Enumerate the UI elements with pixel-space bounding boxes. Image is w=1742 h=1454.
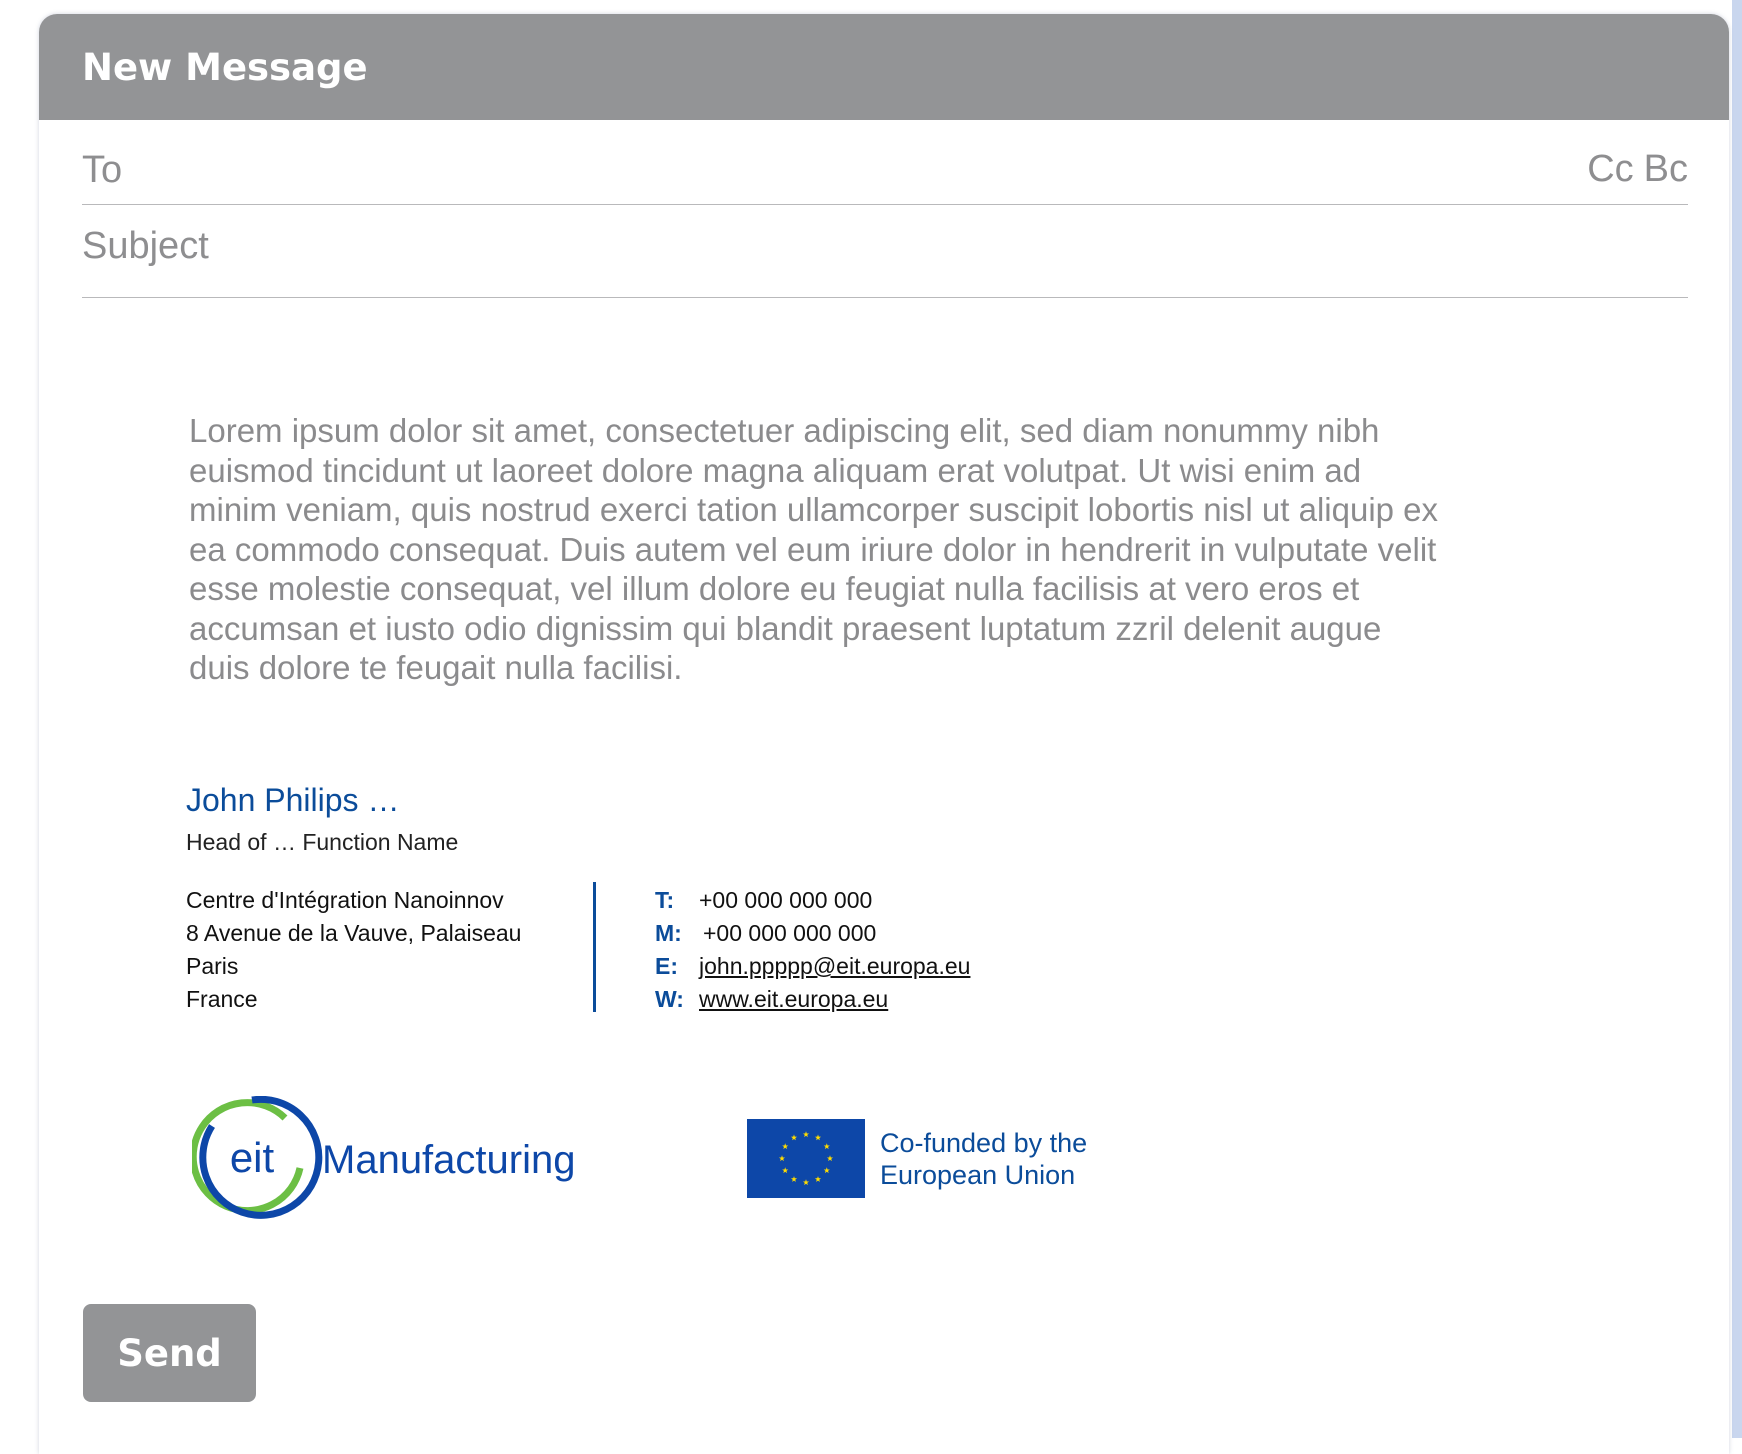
- cc-bcc-links: Cc Bc: [1587, 148, 1688, 191]
- email-link[interactable]: john.ppppp@eit.europa.eu: [699, 950, 970, 983]
- to-input[interactable]: [82, 148, 1482, 192]
- compose-header: New Message: [39, 14, 1729, 120]
- subject-field-row: [82, 224, 1688, 298]
- bcc-link[interactable]: Bc: [1644, 148, 1688, 191]
- subject-input[interactable]: [82, 224, 1482, 268]
- window-title: New Message: [82, 45, 368, 89]
- background-edge: [1732, 0, 1742, 1438]
- signature-function: Head of … Function Name: [186, 829, 459, 855]
- eit-manufacturing-logo: eit Manufacturing: [192, 1096, 575, 1219]
- signature-contacts: T: +00 000 000 000 M: +00 000 000 000 E:…: [655, 884, 970, 1016]
- address-city: Paris: [186, 953, 239, 979]
- signature-divider: [593, 882, 596, 1012]
- to-field-row: Cc Bc: [82, 148, 1688, 205]
- eu-line-2: European Union: [880, 1160, 1076, 1190]
- email-key: E:: [655, 953, 678, 979]
- eit-word-text: Manufacturing: [322, 1138, 575, 1182]
- address-line-2: 8 Avenue de la Vauve, Palaiseau: [186, 920, 522, 946]
- contact-phone: T: +00 000 000 000: [655, 884, 970, 917]
- eit-mark-text: eit: [230, 1134, 275, 1181]
- eu-line-1: Co-funded by the: [880, 1128, 1088, 1158]
- address-line-1: Centre d'Intégration Nanoinnov: [186, 887, 504, 913]
- phone-key: T:: [655, 887, 675, 913]
- contact-email: E: john.ppppp@eit.europa.eu: [655, 950, 970, 983]
- contact-mobile: M: +00 000 000 000: [655, 917, 970, 950]
- cc-link[interactable]: Cc: [1587, 148, 1633, 191]
- web-link[interactable]: www.eit.europa.eu: [699, 983, 888, 1016]
- signature-address: Centre d'Intégration Nanoinnov 8 Avenue …: [186, 884, 521, 1016]
- send-button[interactable]: Send: [83, 1304, 256, 1402]
- message-body[interactable]: Lorem ipsum dolor sit amet, consectetuer…: [189, 411, 1449, 688]
- mobile-value: +00 000 000 000: [703, 920, 877, 946]
- signature-name: John Philips …: [186, 782, 400, 818]
- web-key: W:: [655, 986, 684, 1012]
- compose-window: New Message Cc Bc Lorem ipsum dolor sit …: [39, 14, 1729, 1454]
- phone-value: +00 000 000 000: [699, 887, 873, 913]
- eu-cofunded-text: Co-funded by the European Union: [880, 1127, 1087, 1191]
- mobile-key: M:: [655, 920, 682, 946]
- address-country: France: [186, 986, 258, 1012]
- contact-web: W: www.eit.europa.eu: [655, 983, 970, 1016]
- eu-flag-icon: [747, 1119, 865, 1198]
